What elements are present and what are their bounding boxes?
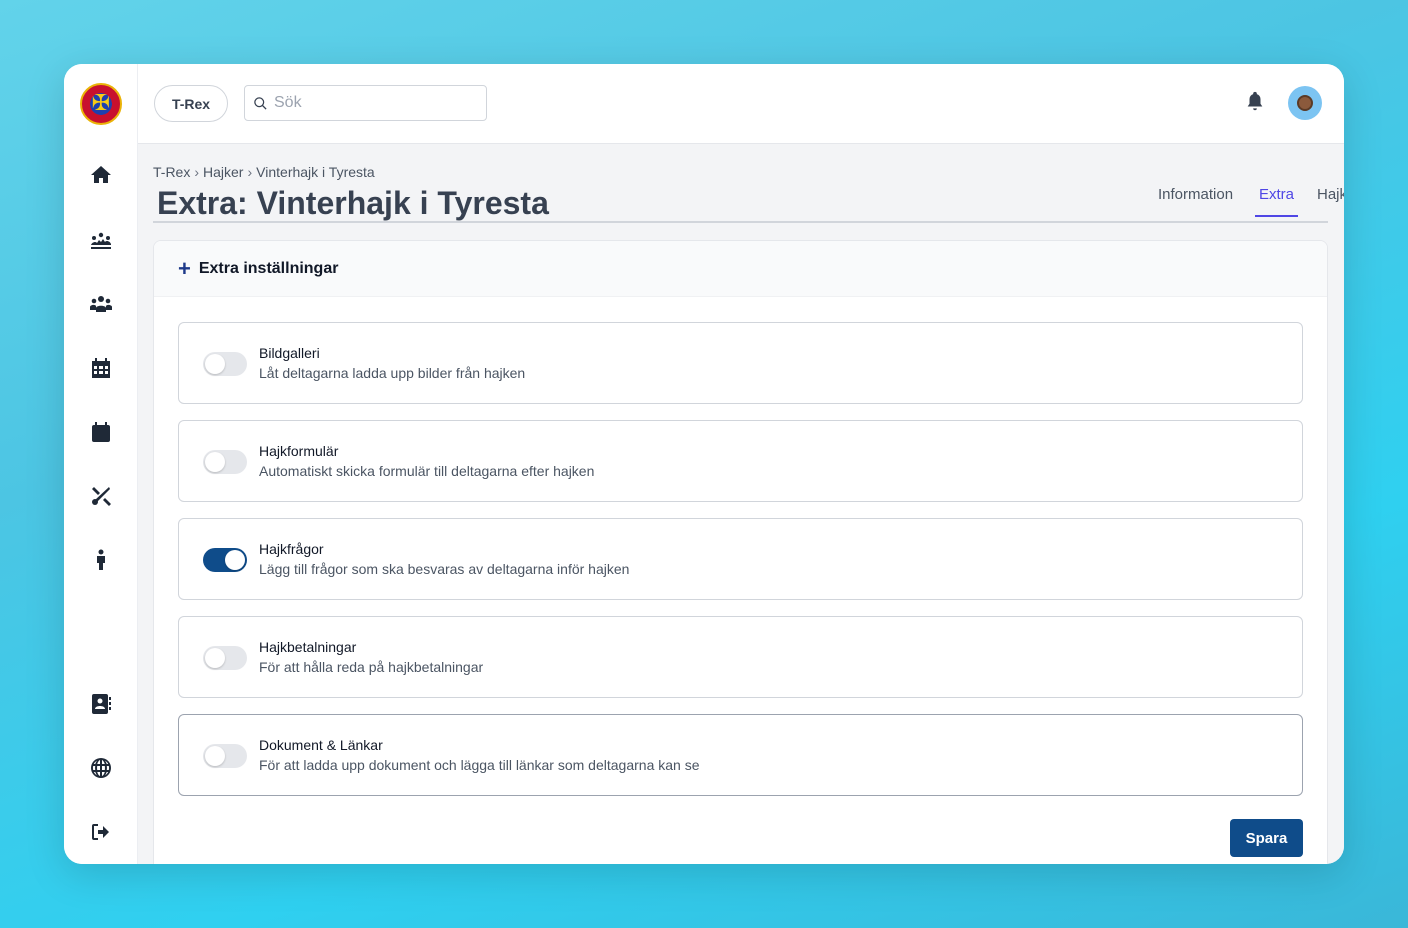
option-hajkbetalningar: Hajkbetalningar För att hålla reda på ha… xyxy=(178,616,1303,698)
option-title: Hajkbetalningar xyxy=(259,639,357,655)
toggle-dokument-lankar[interactable] xyxy=(203,744,247,768)
tab-extra[interactable]: Extra xyxy=(1255,184,1299,217)
option-description: Automatiskt skicka formulär till deltaga… xyxy=(259,463,595,479)
search-icon xyxy=(254,96,267,110)
bell-icon[interactable] xyxy=(1244,90,1268,114)
option-title: Dokument & Länkar xyxy=(259,737,383,753)
extra-settings-card: + Extra inställningar Bildgalleri Låt de… xyxy=(153,240,1328,864)
option-hajkfragor: Hajkfrågor Lägg till frågor som ska besv… xyxy=(178,518,1303,600)
home-icon[interactable] xyxy=(88,162,114,188)
app-window: ✠ T-Rex Sök T-Rex › Hajker › Vinterhajk … xyxy=(64,64,1344,864)
avatar[interactable] xyxy=(1288,86,1322,120)
toggle-hajkbetalningar[interactable] xyxy=(203,646,247,670)
toggle-knob xyxy=(205,354,225,374)
search-box[interactable] xyxy=(244,85,487,121)
context-pill-button[interactable]: T-Rex xyxy=(154,85,228,122)
option-description: Låt deltagarna ladda upp bilder från haj… xyxy=(259,365,526,381)
address-book-icon[interactable] xyxy=(88,691,114,717)
search-input[interactable] xyxy=(274,94,474,112)
toggle-hajkformular[interactable] xyxy=(203,450,247,474)
card-header[interactable]: + Extra inställningar xyxy=(154,241,1327,297)
person-icon[interactable] xyxy=(88,547,114,573)
option-hajkformular: Hajkformulär Automatiskt skicka formulär… xyxy=(178,420,1303,502)
users-icon[interactable] xyxy=(88,291,114,317)
plus-icon: + xyxy=(178,255,191,281)
option-bildgalleri: Bildgalleri Låt deltagarna ladda upp bil… xyxy=(178,322,1303,404)
toggle-hajkfragor[interactable] xyxy=(203,548,247,572)
scout-emblem-logo[interactable]: ✠ xyxy=(80,83,122,125)
option-title: Hajkformulär xyxy=(259,443,339,459)
tab-hajkfragor[interactable]: Hajkfrågor xyxy=(1313,184,1344,215)
option-title: Bildgalleri xyxy=(259,345,320,361)
breadcrumb-item-hajker[interactable]: Hajker xyxy=(203,164,243,180)
logout-icon[interactable] xyxy=(88,819,114,845)
breadcrumb-item-current: Vinterhajk i Tyresta xyxy=(256,164,375,180)
campfire-group-icon[interactable] xyxy=(88,227,114,253)
toggle-knob xyxy=(205,452,225,472)
option-description: För att ladda upp dokument och lägga til… xyxy=(259,757,700,773)
option-description: Lägg till frågor som ska besvaras av del… xyxy=(259,561,630,577)
user-face-icon xyxy=(1297,95,1313,111)
cross-emblem-icon: ✠ xyxy=(91,91,111,116)
globe-icon[interactable] xyxy=(88,755,114,781)
toggle-bildgalleri[interactable] xyxy=(203,352,247,376)
breadcrumb-item-trex[interactable]: T-Rex xyxy=(153,164,190,180)
tools-icon[interactable] xyxy=(88,483,114,509)
chevron-right-icon: › xyxy=(194,164,200,180)
chevron-right-icon: › xyxy=(247,164,253,180)
tab-information[interactable]: Information xyxy=(1154,184,1237,215)
option-description: För att hålla reda på hajkbetalningar xyxy=(259,659,484,675)
sidebar: ✠ xyxy=(64,64,138,864)
breadcrumb: T-Rex › Hajker › Vinterhajk i Tyresta xyxy=(153,164,375,180)
main-content: T-Rex › Hajker › Vinterhajk i Tyresta Ex… xyxy=(138,144,1344,864)
topbar: T-Rex xyxy=(138,64,1344,144)
option-dokument-lankar: Dokument & Länkar För att ladda upp doku… xyxy=(178,714,1303,796)
calendar-grid-icon[interactable] xyxy=(88,355,114,381)
card-title: Extra inställningar xyxy=(198,259,339,277)
toggle-knob xyxy=(205,746,225,766)
option-title: Hajkfrågor xyxy=(259,541,324,557)
toggle-knob xyxy=(205,648,225,668)
calendar-icon[interactable] xyxy=(88,419,114,445)
toggle-knob xyxy=(225,550,245,570)
tabs-divider xyxy=(153,221,1328,223)
save-button[interactable]: Spara xyxy=(1230,819,1303,857)
page-title: Extra: Vinterhajk i Tyresta xyxy=(157,185,549,221)
